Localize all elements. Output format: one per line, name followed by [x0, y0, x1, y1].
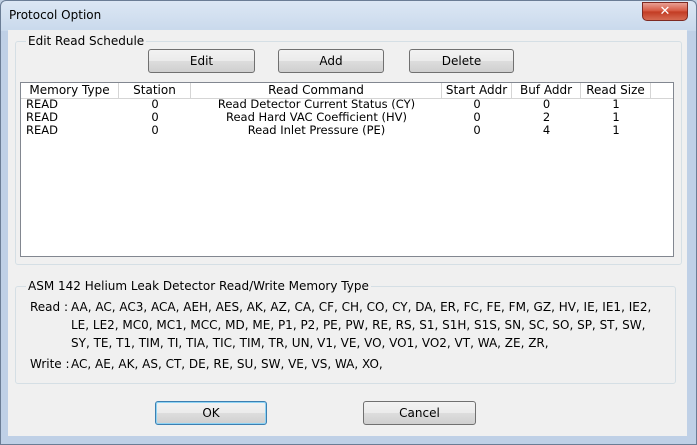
- cell-station: 0: [151, 124, 159, 137]
- column-header-station[interactable]: Station: [119, 83, 191, 98]
- table-header: Memory Type Station Read Command Start A…: [21, 83, 673, 99]
- cell-memory-type: READ: [26, 111, 58, 124]
- cell-start-addr: 0: [473, 111, 481, 124]
- add-button[interactable]: Add: [278, 49, 384, 73]
- read-types-line-3: SY, TE, T1, TIM, TI, TIA, TIC, TIM, TR, …: [71, 336, 549, 350]
- cell-station: 0: [151, 98, 159, 111]
- read-types-line-1: AA, AC, AC3, ACA, AEH, AES, AK, AZ, CA, …: [71, 300, 652, 314]
- edit-read-schedule-title: Edit Read Schedule: [26, 34, 147, 48]
- cell-buf-addr: 0: [542, 98, 551, 111]
- read-schedule-table[interactable]: Memory Type Station Read Command Start A…: [20, 82, 674, 257]
- cell-read-size: 1: [612, 124, 620, 137]
- table-row[interactable]: READ 0 Read Detector Current Status (CY)…: [21, 98, 673, 111]
- write-label: Write :: [30, 357, 70, 371]
- window-title: Protocol Option: [9, 8, 102, 22]
- read-types-line-2: LE, LE2, MC0, MC1, MCC, MD, ME, P1, P2, …: [71, 318, 646, 332]
- column-header-start-addr[interactable]: Start Addr: [442, 83, 512, 98]
- table-row[interactable]: READ 0 Read Hard VAC Coefficient (HV) 0 …: [21, 111, 673, 124]
- column-header-memory-type[interactable]: Memory Type: [21, 83, 119, 98]
- cell-memory-type: READ: [26, 98, 58, 111]
- table-row[interactable]: READ 0 Read Inlet Pressure (PE) 0 4 1: [21, 124, 673, 137]
- cell-station: 0: [151, 111, 159, 124]
- close-icon: ✕: [659, 4, 671, 19]
- cell-buf-addr: 2: [542, 111, 551, 124]
- cell-read-command: Read Detector Current Status (CY): [217, 98, 416, 111]
- read-label: Read :: [30, 300, 69, 314]
- column-header-buf-addr[interactable]: Buf Addr: [512, 83, 581, 98]
- cell-read-command: Read Inlet Pressure (PE): [247, 124, 386, 137]
- write-types-line: AC, AE, AK, AS, CT, DE, RE, SU, SW, VE, …: [71, 357, 383, 371]
- delete-button[interactable]: Delete: [409, 49, 514, 73]
- ok-button[interactable]: OK: [155, 401, 267, 425]
- cell-start-addr: 0: [473, 98, 481, 111]
- column-header-read-size[interactable]: Read Size: [581, 83, 651, 98]
- cell-read-command: Read Hard VAC Coefficient (HV): [225, 111, 407, 124]
- cell-memory-type: READ: [26, 124, 58, 137]
- cell-start-addr: 0: [473, 124, 481, 137]
- cell-buf-addr: 4: [542, 124, 551, 137]
- column-header-read-command[interactable]: Read Command: [191, 83, 442, 98]
- close-button[interactable]: ✕: [642, 2, 688, 21]
- edit-button[interactable]: Edit: [148, 49, 255, 73]
- cell-read-size: 1: [612, 111, 620, 124]
- memory-type-title: ASM 142 Helium Leak Detector Read/Write …: [26, 279, 371, 293]
- title-bar[interactable]: Protocol Option ✕: [1, 1, 696, 31]
- cell-read-size: 1: [612, 98, 620, 111]
- cancel-button[interactable]: Cancel: [363, 401, 476, 425]
